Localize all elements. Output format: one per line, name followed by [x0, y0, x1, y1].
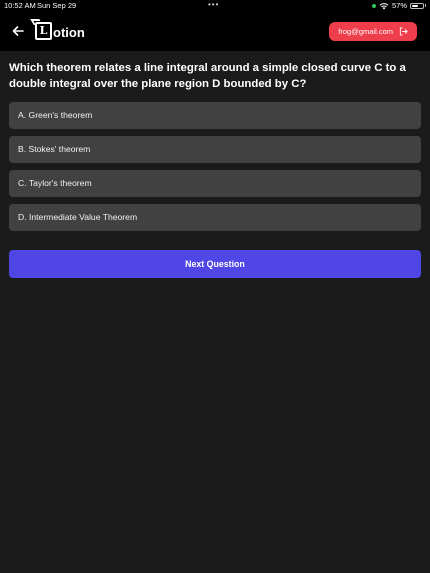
logo-letter: L	[39, 24, 48, 37]
status-date: Sun Sep 29	[37, 1, 77, 10]
next-question-button[interactable]: Next Question	[9, 250, 421, 278]
camera-indicator-icon	[371, 3, 376, 8]
question-text: Which theorem relates a line integral ar…	[9, 62, 406, 90]
account-logout-button[interactable]: frog@gmail.com	[329, 22, 417, 41]
answer-option-d[interactable]: D. Intermediate Value Theorem	[9, 204, 421, 231]
status-time: 10:52 AM	[4, 1, 36, 10]
logout-icon	[399, 27, 408, 36]
wifi-icon	[379, 2, 389, 9]
answer-option-c[interactable]: C. Taylor's theorem	[9, 170, 421, 197]
multitasking-dots-icon[interactable]: •••	[208, 0, 219, 10]
app-logo: L otion	[35, 20, 85, 40]
answer-option-a[interactable]: A. Green's theorem	[9, 102, 421, 129]
battery-fill	[412, 4, 418, 7]
status-indicators: 57%	[371, 0, 426, 11]
logo-text: otion	[53, 25, 85, 40]
app-header: L otion frog@gmail.com	[0, 11, 430, 51]
battery-icon	[410, 2, 424, 9]
arrow-left-icon[interactable]	[11, 24, 25, 38]
logo-mark: L	[35, 22, 52, 40]
answer-option-b[interactable]: B. Stokes' theorem	[9, 136, 421, 163]
status-bar: 10:52 AM Sun Sep 29 ••• 57%	[0, 0, 430, 11]
battery-percent: 57%	[391, 1, 407, 10]
battery-nub	[425, 4, 426, 7]
account-email: frog@gmail.com	[338, 27, 393, 36]
